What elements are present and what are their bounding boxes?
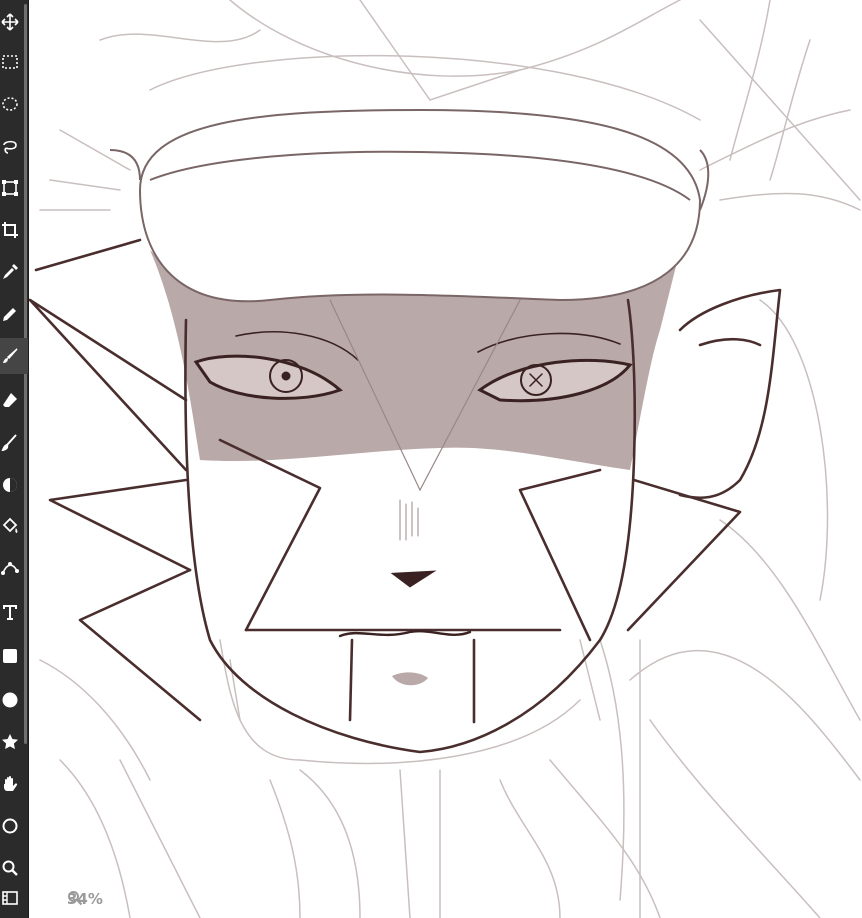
transform-icon (2, 180, 18, 196)
lasso-icon (3, 140, 17, 154)
tool-bar (0, 0, 29, 918)
rectangle-shape-tool[interactable] (0, 638, 28, 674)
lasso-tool[interactable] (0, 128, 28, 164)
star-icon (2, 734, 18, 750)
star-shape-tool[interactable] (0, 724, 28, 760)
rotate-view-tool[interactable] (0, 808, 28, 844)
rect-select-tool[interactable] (0, 44, 28, 80)
marquee-ellipse-icon (2, 97, 18, 111)
brush-icon (3, 348, 18, 363)
fill-tool[interactable] (0, 508, 28, 544)
zoom-indicator[interactable]: 34% (67, 890, 103, 908)
eyedropper-tool[interactable] (0, 254, 28, 290)
circle-icon (2, 692, 18, 708)
crop-tool[interactable] (0, 212, 28, 248)
ellipse-select-tool[interactable] (0, 86, 28, 122)
pen-icon (3, 308, 16, 321)
artwork (29, 0, 861, 918)
ellipse-shape-tool[interactable] (0, 682, 28, 718)
marquee-rect-icon (2, 55, 18, 69)
hand-tool[interactable] (0, 766, 28, 802)
smudge-icon (1, 434, 17, 451)
blur-tool[interactable] (0, 466, 28, 502)
eraser-tool[interactable] (0, 382, 28, 418)
hand-icon (4, 776, 18, 791)
hat (109, 108, 710, 303)
crop-icon (2, 222, 18, 238)
eraser-icon (3, 393, 17, 407)
move-tool[interactable] (0, 4, 28, 40)
vector-path-tool[interactable] (0, 550, 28, 586)
filmstrip-tool[interactable] (0, 880, 28, 916)
magnifier-icon (68, 891, 83, 906)
pen-tool[interactable] (0, 296, 28, 332)
magnifier-icon (2, 860, 18, 876)
brush-tool[interactable] (0, 338, 28, 374)
eyedropper-icon (3, 264, 18, 279)
square-icon (3, 649, 17, 663)
rotate-icon (2, 818, 18, 834)
text-icon (3, 605, 17, 620)
transform-tool[interactable] (0, 170, 28, 206)
paint-bucket-icon (2, 517, 18, 533)
smudge-tool[interactable] (0, 424, 28, 460)
blur-icon (3, 478, 17, 492)
filmstrip-icon (2, 891, 18, 905)
drawing-canvas[interactable]: 34% (29, 0, 862, 918)
vector-path-icon (1, 562, 19, 575)
move-icon (1, 13, 19, 31)
text-tool[interactable] (0, 594, 28, 630)
